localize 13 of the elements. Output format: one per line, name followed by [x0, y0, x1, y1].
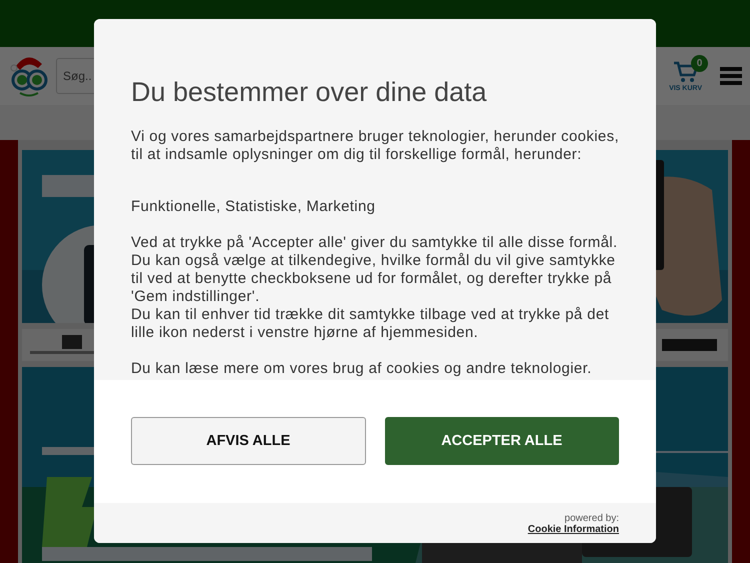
dialog-paragraph: Vi og vores samarbejdspartnere bruger teknologier, herunder cookies, til at indsamle oplysninger om dig til forskellige formål, herunder:	[131, 128, 619, 164]
dialog-paragraph: Du kan læse mere om vores brug af cookies og andre teknologier.	[131, 360, 593, 378]
dialog-paragraph: Du kan til enhver tid trække dit samtykke tilbage ved at trykke på det lille ikon nederst i venstre hjørne af hjemmesiden.	[131, 306, 610, 342]
dialog-paragraph: Funktionelle, Statistiske, Marketing	[131, 198, 376, 216]
dialog-title: Du bestemmer over dine data	[131, 76, 488, 109]
provider-link[interactable]: Cookie Information	[528, 524, 619, 535]
cart-count-badge: 0	[691, 54, 708, 72]
cart-icon[interactable]	[672, 60, 699, 82]
powered-by-label: powered by:	[564, 513, 619, 524]
menu-icon[interactable]	[720, 66, 742, 86]
reject-button[interactable]: AFVIS ALLE	[131, 417, 366, 465]
accept-button[interactable]: ACCEPTER ALLE	[384, 417, 619, 465]
dialog-paragraph: Ved at trykke på 'Accepter alle' giver du samtykke til alle disse formål. Du kan også vælge at tilkendegive, hvilke formål du vil give samtykke til ved at benytte checkboksene ud for formålet, og derefter trykke på 'Gem indstillinger'.	[131, 234, 618, 306]
